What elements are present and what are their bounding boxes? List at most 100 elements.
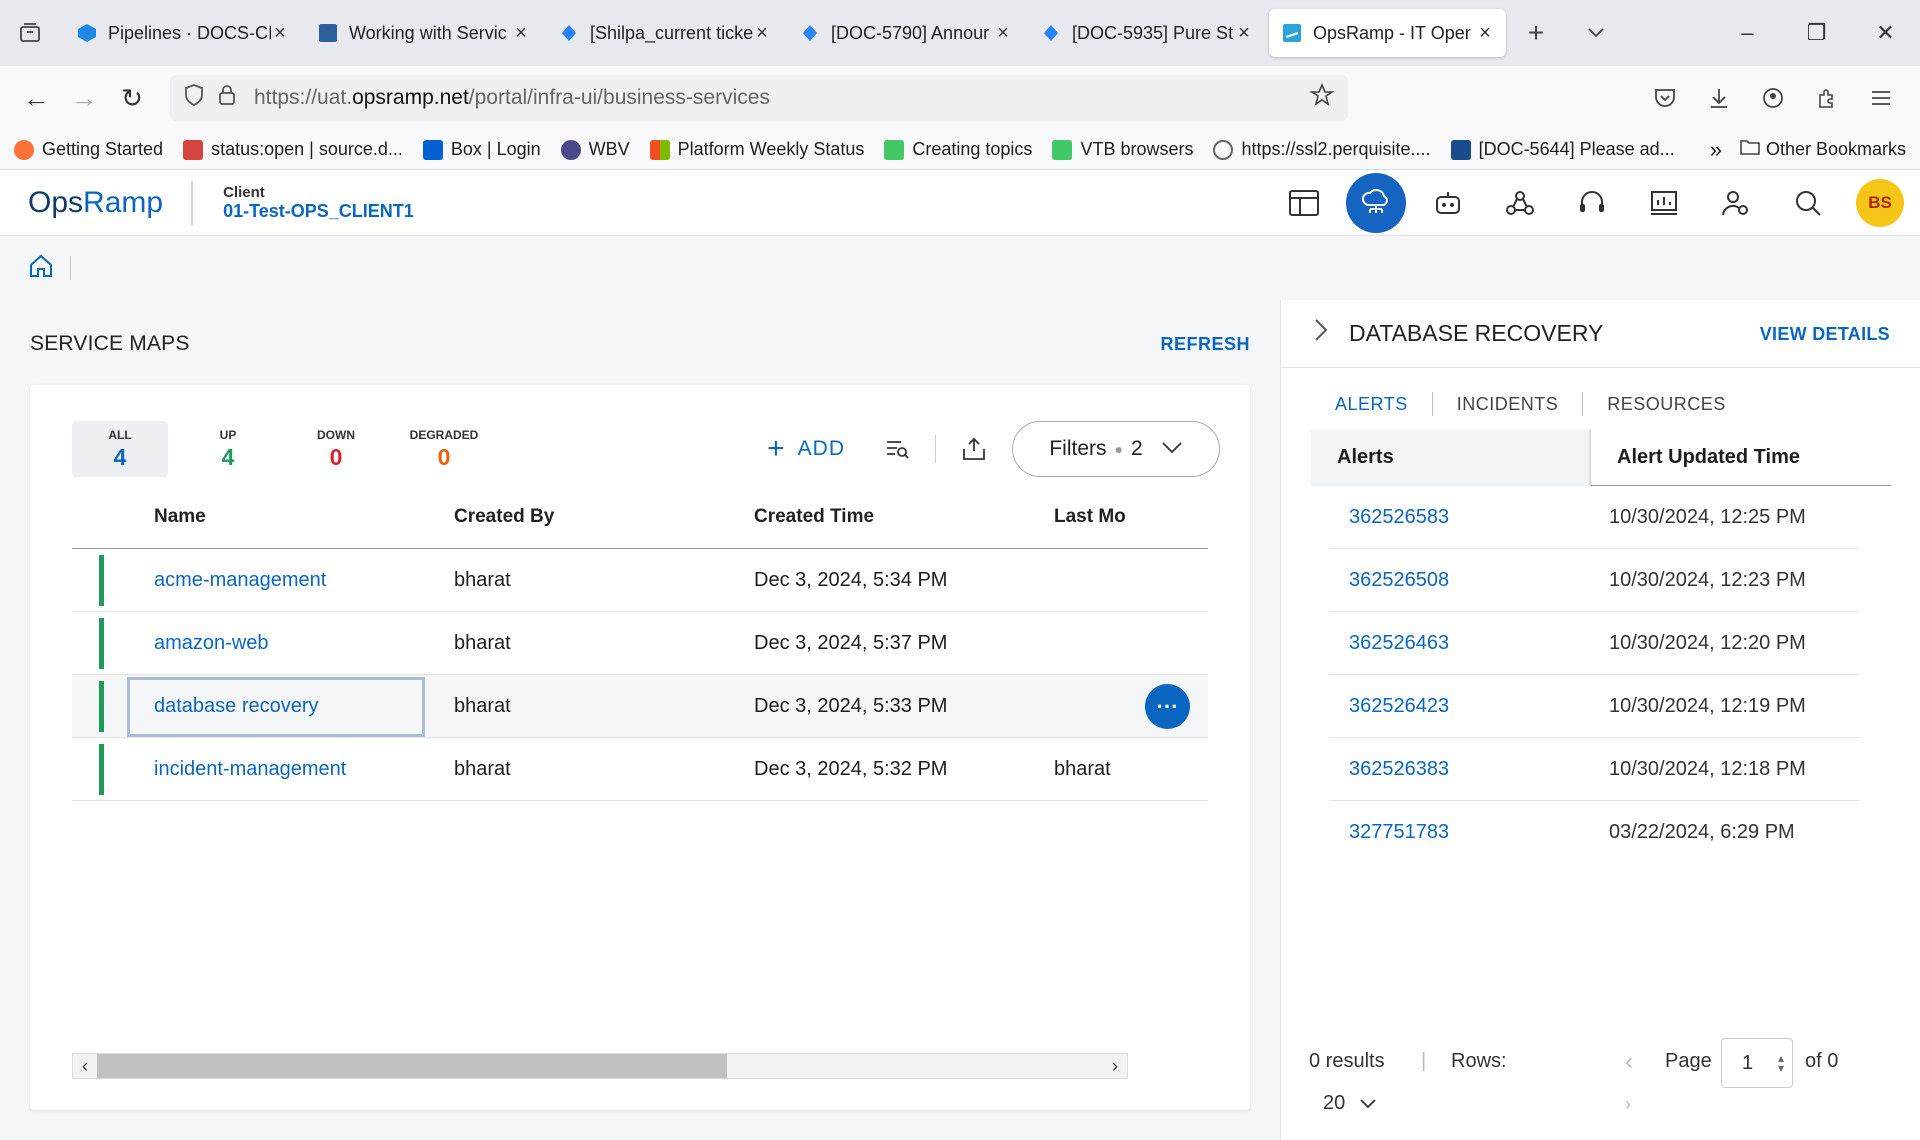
column-header-alerts[interactable]: Alerts: [1311, 429, 1591, 486]
alert-row[interactable]: 362526463 10/30/2024, 12:20 PM: [1329, 612, 1859, 675]
rows-per-page-select[interactable]: 20: [1323, 1092, 1377, 1115]
browser-tab[interactable]: Pipelines · DOCS-CI ×: [64, 9, 301, 57]
star-icon[interactable]: [1309, 82, 1335, 113]
alert-row[interactable]: 327751783 03/22/2024, 6:29 PM: [1329, 801, 1859, 864]
bookmark-item[interactable]: status:open | source.d...: [183, 139, 403, 160]
refresh-button[interactable]: REFRESH: [1160, 334, 1250, 355]
close-icon[interactable]: ×: [994, 22, 1012, 45]
close-icon[interactable]: ×: [753, 22, 771, 45]
previous-page-icon[interactable]: ‹: [1625, 1048, 1633, 1076]
bookmark-item[interactable]: Creating topics: [884, 139, 1032, 160]
alert-row[interactable]: 362526383 10/30/2024, 12:18 PM: [1329, 738, 1859, 801]
browser-tab-active[interactable]: OpsRamp - IT Oper ×: [1269, 9, 1506, 57]
alert-id-link[interactable]: 362526508: [1329, 569, 1609, 592]
new-tab-icon[interactable]: +: [1506, 17, 1566, 49]
view-details-link[interactable]: VIEW DETAILS: [1760, 324, 1890, 345]
scrollbar-thumb[interactable]: [97, 1054, 727, 1078]
bookmark-item[interactable]: WBV: [560, 139, 630, 160]
browser-tab[interactable]: [DOC-5935] Pure St ×: [1028, 9, 1265, 57]
stat-up[interactable]: UP 4: [180, 421, 276, 477]
alert-id-link[interactable]: 362526383: [1329, 758, 1609, 781]
alert-id-link[interactable]: 327751783: [1329, 821, 1609, 844]
bookmarks-overflow[interactable]: » Other Bookmarks: [1710, 137, 1906, 163]
bookmark-item[interactable]: [DOC-5644] Please ad...: [1450, 139, 1675, 160]
column-header-created-by[interactable]: Created By: [372, 506, 672, 528]
add-button[interactable]: + ADD: [767, 432, 845, 466]
lock-icon[interactable]: [218, 84, 236, 112]
table-row[interactable]: amazon-web bharat Dec 3, 2024, 5:37 PM: [72, 612, 1208, 675]
headset-icon[interactable]: [1556, 170, 1628, 236]
alert-row[interactable]: 362526508 10/30/2024, 12:23 PM: [1329, 549, 1859, 612]
restore-icon[interactable]: ❐: [1782, 0, 1851, 66]
scroll-right-icon[interactable]: ›: [1103, 1056, 1127, 1077]
alert-row[interactable]: 362526583 10/30/2024, 12:25 PM: [1329, 486, 1859, 549]
table-row[interactable]: incident-management bharat Dec 3, 2024, …: [72, 738, 1208, 801]
tab-incidents[interactable]: INCIDENTS: [1457, 394, 1559, 415]
close-icon[interactable]: ×: [271, 22, 289, 45]
minimize-icon[interactable]: –: [1713, 0, 1782, 66]
pocket-icon[interactable]: [1638, 74, 1692, 122]
download-icon[interactable]: [1692, 74, 1746, 122]
bookmark-item[interactable]: Getting Started: [14, 139, 163, 160]
reload-icon[interactable]: ↻: [108, 74, 156, 122]
network-icon[interactable]: [1484, 170, 1556, 236]
export-icon[interactable]: [956, 431, 992, 467]
service-map-link[interactable]: incident-management: [154, 758, 346, 780]
stepper-icon[interactable]: ▴ ▾: [1778, 1052, 1784, 1074]
close-icon[interactable]: ×: [1476, 22, 1494, 45]
chevron-down-icon[interactable]: [1566, 27, 1626, 39]
client-selector[interactable]: Client 01-Test-OPS_CLIENT1: [191, 180, 414, 225]
row-actions-button[interactable]: ···: [1145, 684, 1190, 729]
scroll-left-icon[interactable]: ‹: [73, 1056, 97, 1077]
menu-icon[interactable]: [1854, 74, 1908, 122]
column-header-name[interactable]: Name: [72, 506, 372, 528]
address-bar[interactable]: https://uat.opsramp.net/portal/infra-ui/…: [170, 75, 1348, 121]
search-list-icon[interactable]: [879, 431, 915, 467]
browser-tab[interactable]: [DOC-5790] Annour ×: [787, 9, 1024, 57]
collapse-panel-icon[interactable]: [1313, 317, 1329, 350]
column-header-created-time[interactable]: Created Time: [672, 506, 972, 528]
bookmark-item[interactable]: Box | Login: [422, 139, 541, 160]
stat-all[interactable]: ALL 4: [72, 421, 168, 477]
alert-id-link[interactable]: 362526463: [1329, 632, 1609, 655]
search-icon[interactable]: [1772, 170, 1844, 236]
close-icon[interactable]: ×: [1235, 22, 1253, 45]
bookmark-item[interactable]: Platform Weekly Status: [649, 139, 864, 160]
table-row-selected[interactable]: database recovery bharat Dec 3, 2024, 5:…: [72, 675, 1208, 738]
reports-icon[interactable]: [1628, 170, 1700, 236]
automation-icon[interactable]: [1412, 170, 1484, 236]
alert-id-link[interactable]: 362526423: [1329, 695, 1609, 718]
horizontal-scrollbar[interactable]: ‹ ›: [72, 1053, 1128, 1079]
alert-id-link[interactable]: 362526583: [1329, 506, 1609, 529]
tab-overview-icon[interactable]: [0, 0, 60, 66]
column-header-alert-updated-time[interactable]: Alert Updated Time: [1591, 446, 1891, 469]
page-number-input[interactable]: 1 ▴ ▾: [1721, 1038, 1793, 1088]
avatar[interactable]: BS: [1856, 179, 1904, 227]
bookmark-item[interactable]: https://ssl2.perquisite....: [1213, 139, 1431, 160]
window-close-icon[interactable]: ✕: [1851, 0, 1920, 66]
tab-alerts[interactable]: ALERTS: [1335, 394, 1408, 415]
browser-tab[interactable]: Working with Servic ×: [305, 9, 542, 57]
close-icon[interactable]: ×: [512, 22, 530, 45]
stat-degraded[interactable]: DEGRADED 0: [396, 421, 492, 477]
browser-tab[interactable]: [Shilpa_current ticke ×: [546, 9, 783, 57]
service-map-link[interactable]: acme-management: [154, 569, 326, 591]
bookmark-item[interactable]: VTB browsers: [1052, 139, 1193, 160]
service-map-link[interactable]: amazon-web: [154, 632, 269, 654]
account-icon[interactable]: [1746, 74, 1800, 122]
filters-button[interactable]: Filters ● 2: [1012, 421, 1220, 477]
shield-icon[interactable]: [184, 84, 204, 112]
back-icon[interactable]: ←: [12, 74, 60, 122]
alert-row[interactable]: 362526423 10/30/2024, 12:19 PM: [1329, 675, 1859, 738]
infrastructure-icon[interactable]: [1340, 170, 1412, 236]
column-header-last-modified[interactable]: Last Mo: [972, 506, 1208, 528]
home-icon[interactable]: [28, 253, 54, 284]
tab-resources[interactable]: RESOURCES: [1607, 394, 1726, 415]
dashboard-icon[interactable]: [1268, 170, 1340, 236]
next-page-icon[interactable]: ›: [1625, 1094, 1631, 1115]
extensions-icon[interactable]: [1800, 74, 1854, 122]
stat-down[interactable]: DOWN 0: [288, 421, 384, 477]
forward-icon[interactable]: →: [60, 74, 108, 122]
user-settings-icon[interactable]: [1700, 170, 1772, 236]
opsramp-logo[interactable]: OpsRamp: [28, 186, 163, 220]
